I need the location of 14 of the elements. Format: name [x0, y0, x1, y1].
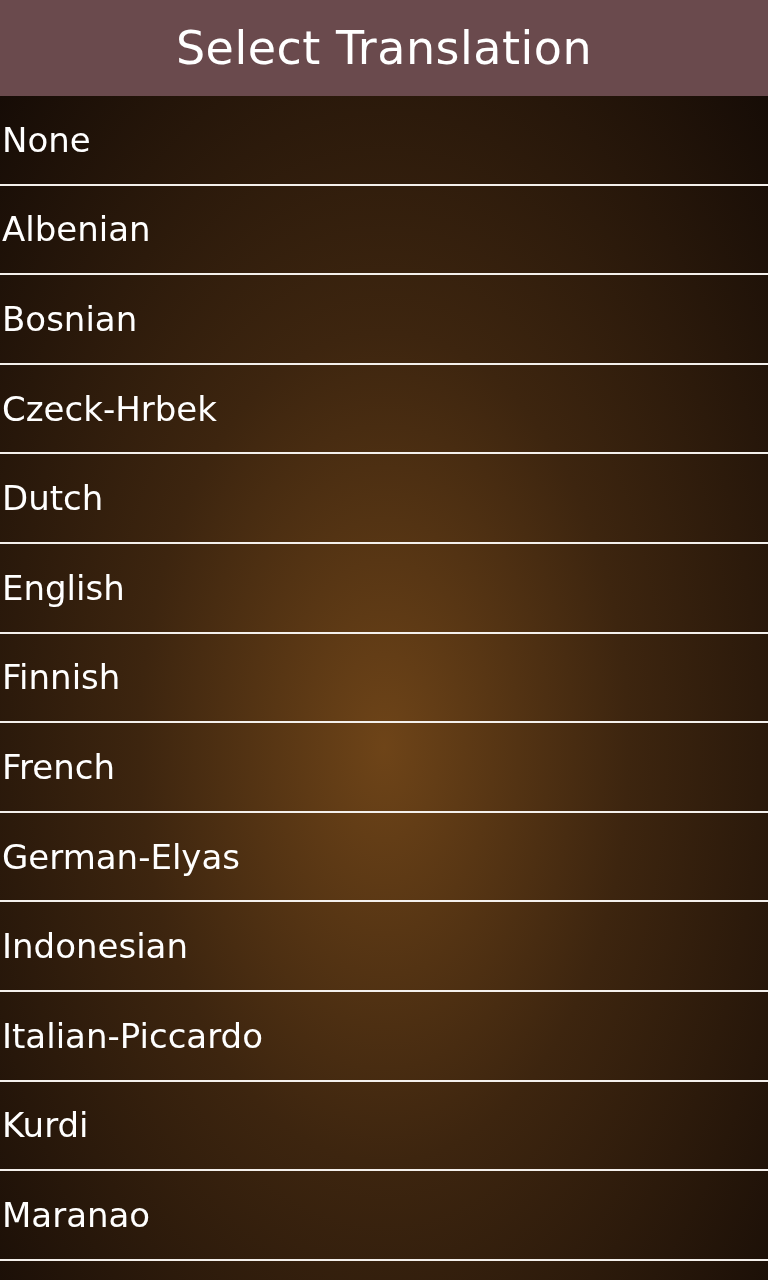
translation-item[interactable]: French [0, 723, 768, 813]
translation-item[interactable]: English [0, 543, 768, 634]
translation-item[interactable]: Czeck-Hrbek [0, 364, 768, 455]
translation-item[interactable]: Maranao [0, 1171, 768, 1261]
translation-item[interactable]: None [0, 96, 768, 186]
translation-item[interactable]: Italian-Piccardo [0, 991, 768, 1082]
translation-item[interactable]: Finnish [0, 633, 768, 724]
translation-item[interactable]: Indonesian [0, 902, 768, 992]
translation-item[interactable]: Bosnian [0, 275, 768, 365]
translation-item[interactable]: German-Elyas [0, 812, 768, 903]
translation-item[interactable]: Albenian [0, 185, 768, 276]
translation-item[interactable]: Dutch [0, 454, 768, 544]
translation-item[interactable]: Kurdi [0, 1081, 768, 1172]
page-title: Select Translation [175, 21, 593, 75]
